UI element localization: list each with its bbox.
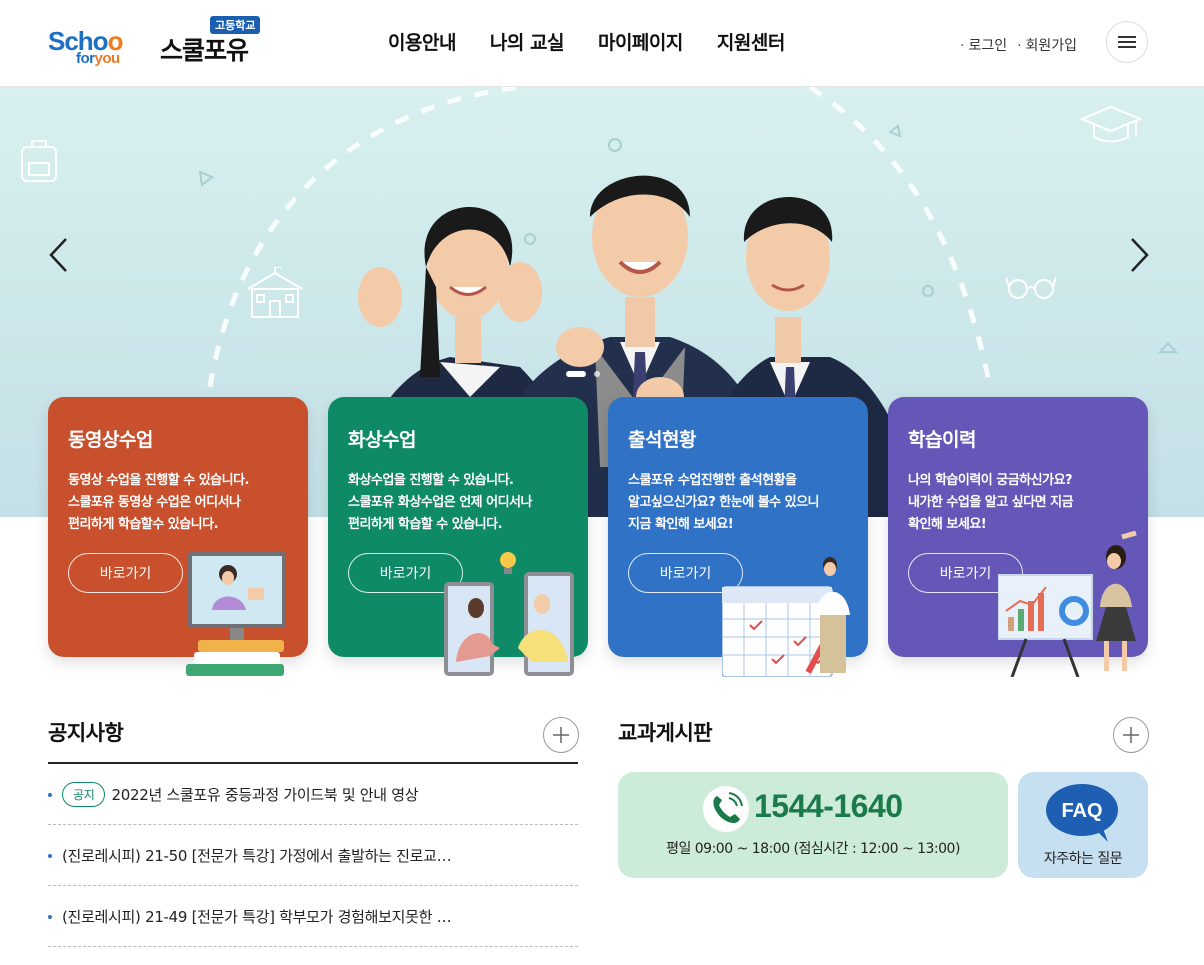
site-header: Schoo foryou 고등학교 스쿨포유 이용안내 나의 교실 마이페이지 … (0, 0, 1204, 87)
card-attendance[interactable]: 출석현황 스쿨포유 수업진행한 출석현황을 알고싶으신가요? 한눈에 볼수 있으니… (608, 397, 868, 677)
next-slide-button[interactable] (1130, 237, 1150, 273)
call-hours: 평일 09:00 ~ 18:00 (점심시간 : 12:00 ~ 13:00) (666, 841, 960, 857)
nav-guide[interactable]: 이용안내 (388, 28, 456, 55)
nav-my-classroom[interactable]: 나의 교실 (490, 28, 565, 55)
faq-bubble-icon: FAQ (1046, 784, 1118, 842)
slide-dot-1[interactable] (566, 371, 586, 377)
board-more-button[interactable] (1113, 717, 1149, 753)
phone-icon (703, 786, 749, 832)
handshake-phones-illustration (444, 552, 574, 676)
monitor-teacher-illustration (186, 552, 286, 676)
notice-more-button[interactable] (543, 717, 579, 753)
util-links: 로그인 회원가입 (960, 35, 1077, 55)
slide-dot-2[interactable] (594, 371, 600, 377)
notice-list: 공지 2022년 스쿨포유 중등과정 가이드북 및 안내 영상 (진로레시피) … (48, 762, 578, 947)
notice-item[interactable]: (진로레시피) 21-49 [전문가 특강] 학부모가 경험해보지못한 … (48, 886, 578, 947)
notice-text: (진로레시피) 21-49 [전문가 특강] 학부모가 경험해보지못한 … (62, 907, 452, 926)
notice-tag: 공지 (62, 781, 106, 807)
faq-icon-label: FAQ (1061, 800, 1102, 822)
menu-button[interactable] (1106, 21, 1148, 63)
card-desc: 스쿨포유 수업진행한 출석현황을 알고싶으신가요? 한눈에 볼수 있으니 지금 확인… (628, 473, 820, 532)
card-title: 출석현황 (628, 429, 696, 451)
card-title: 학습이력 (908, 429, 976, 451)
signup-link[interactable]: 회원가입 (1017, 35, 1078, 55)
notice-item[interactable]: 공지 2022년 스쿨포유 중등과정 가이드북 및 안내 영상 (48, 764, 578, 825)
nav-support[interactable]: 지원센터 (717, 28, 785, 55)
presentation-chart-illustration (998, 531, 1137, 677)
call-center-box: 1544-1640 평일 09:00 ~ 18:00 (점심시간 : 12:00… (618, 772, 1008, 878)
notice-section: 공지사항 공지 2022년 스쿨포유 중등과정 가이드북 및 안내 영상 (진로… (48, 717, 579, 947)
calendar-illustration (722, 557, 850, 677)
notice-text: 2022년 스쿨포유 중등과정 가이드북 및 안내 영상 (111, 785, 419, 804)
subject-board-section: 교과게시판 1544-1640 평일 09:00 ~ 18:00 (점심시간 :… (618, 717, 1149, 878)
graduation-cap-icon (1080, 105, 1142, 143)
quick-menu-cards: 동영상수업 동영상 수업을 진행할 수 있습니다. 스쿨포유 동영상 수업은 어디… (48, 397, 1148, 677)
card-title: 화상수업 (348, 429, 416, 451)
plus-icon (1123, 727, 1139, 743)
hamburger-icon (1118, 36, 1136, 48)
logo-for-text: foryou (76, 50, 120, 67)
card-learning-history[interactable]: 학습이력 나의 학습이력이 궁금하신가요? 내가한 수업을 알고 싶다면 지금 확인… (888, 397, 1148, 677)
nav-mypage[interactable]: 마이페이지 (598, 28, 683, 55)
login-link[interactable]: 로그인 (960, 35, 1007, 55)
board-title: 교과게시판 (618, 721, 713, 745)
plus-icon (553, 727, 569, 743)
faq-label: 자주하는 질문 (1043, 851, 1123, 867)
card-go-button[interactable]: 바로가기 (68, 553, 183, 593)
card-video-class[interactable]: 동영상수업 동영상 수업을 진행할 수 있습니다. 스쿨포유 동영상 수업은 어디… (48, 397, 308, 676)
card-title: 동영상수업 (68, 429, 153, 451)
prev-slide-button[interactable] (48, 237, 68, 273)
school-building-icon (247, 267, 303, 318)
notice-title: 공지사항 (48, 721, 124, 745)
phone-number: 1544-1640 (754, 788, 903, 824)
backpack-icon (21, 140, 57, 182)
notice-item[interactable]: (진로레시피) 21-50 [전문가 특강] 가정에서 출발하는 진로교… (48, 825, 578, 886)
faq-button[interactable]: FAQ 자주하는 질문 (1018, 772, 1148, 878)
main-nav: 이용안내 나의 교실 마이페이지 지원센터 (388, 28, 785, 55)
slide-pagination (566, 371, 600, 377)
card-desc: 동영상 수업을 진행할 수 있습니다. 스쿨포유 동영상 수업은 어디서나 편리하게… (68, 473, 249, 532)
site-logo[interactable]: Schoo foryou 고등학교 스쿨포유 (48, 14, 268, 70)
glasses-icon (1006, 276, 1056, 299)
notice-text: (진로레시피) 21-50 [전문가 특강] 가정에서 출발하는 진로교… (62, 846, 452, 865)
card-desc: 나의 학습이력이 궁금하신가요? 내가한 수업을 알고 싶다면 지금 확인해 보세요… (908, 473, 1074, 532)
logo-name: 스쿨포유 (160, 36, 249, 65)
card-live-class[interactable]: 화상수업 화상수업을 진행할 수 있습니다. 스쿨포유 화상수업은 언제 어디서나… (328, 397, 588, 676)
card-desc: 화상수업을 진행할 수 있습니다. 스쿨포유 화상수업은 언제 어디서나 편리하게 … (348, 473, 532, 532)
